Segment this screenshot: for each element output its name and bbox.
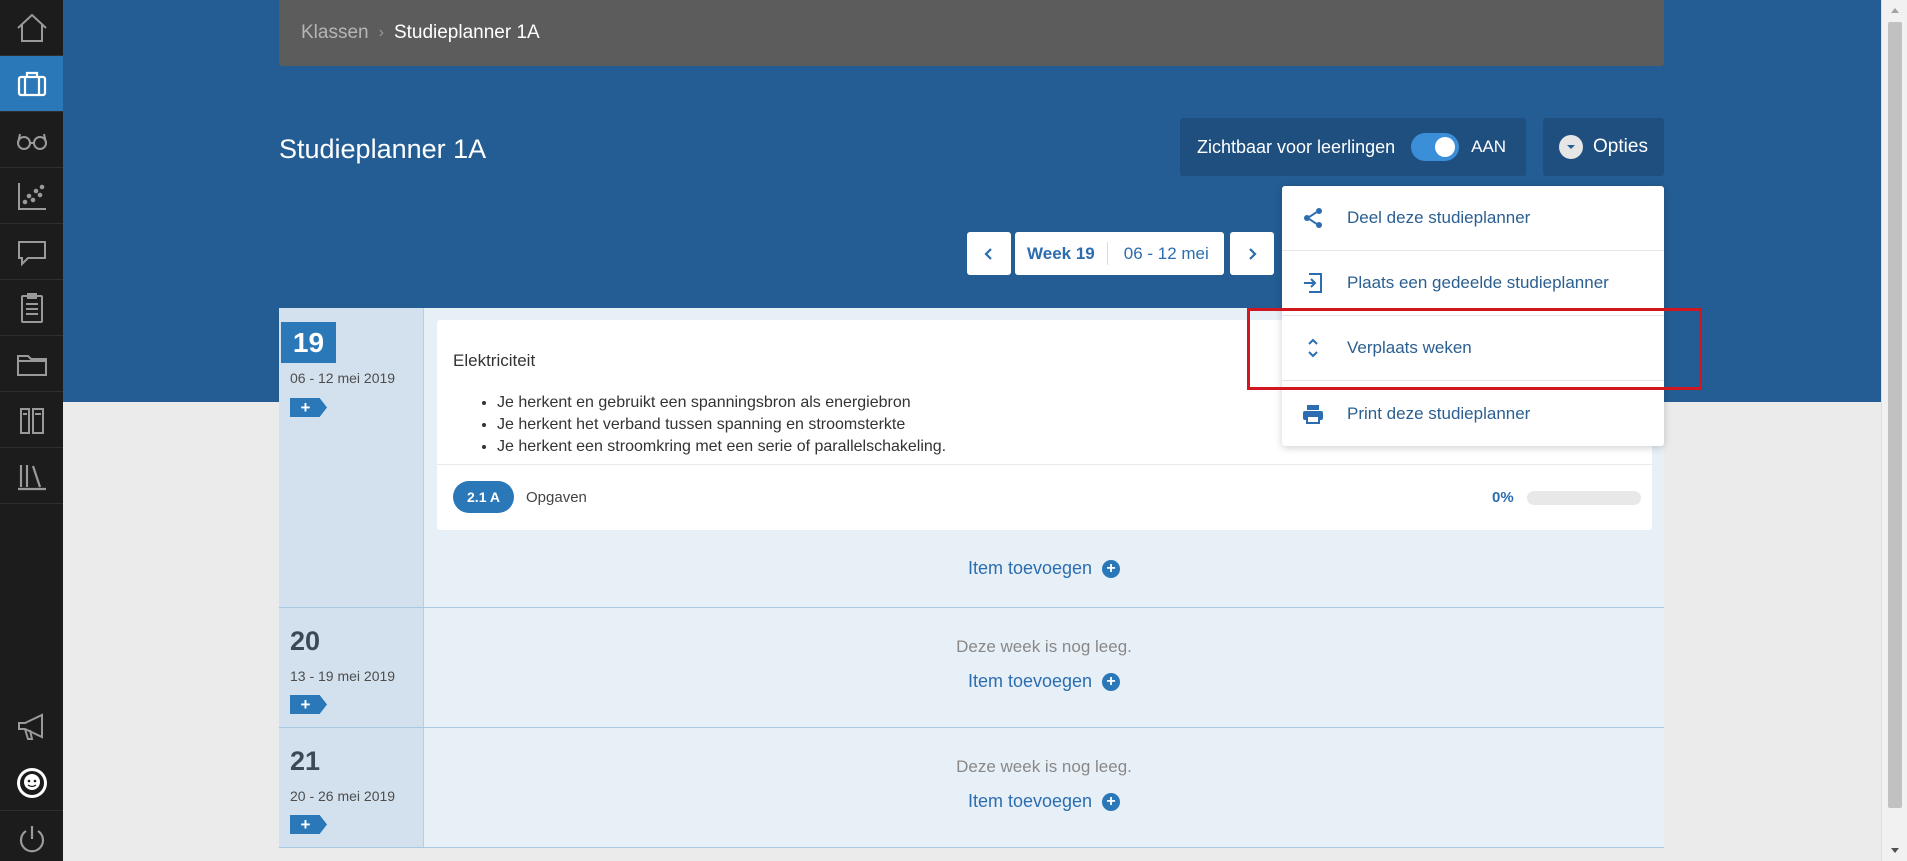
home-icon xyxy=(16,13,47,42)
add-item-label: Item toevoegen xyxy=(967,671,1093,691)
folder-icon xyxy=(16,354,47,376)
chevron-right-icon xyxy=(1249,247,1257,260)
week-add-button[interactable]: + xyxy=(290,695,327,714)
sidebar-item-logout[interactable] xyxy=(0,811,63,861)
clipboard-icon xyxy=(20,292,43,323)
avatar-icon xyxy=(16,767,47,798)
briefcase-icon xyxy=(17,71,46,96)
sidebar-item-classes[interactable] xyxy=(0,56,63,112)
previous-week-button[interactable] xyxy=(967,232,1011,275)
plus-circle-icon: + xyxy=(1102,792,1121,811)
menu-item-label: Plaats een gedeelde studieplanner xyxy=(1347,273,1609,292)
menu-item-import[interactable]: Plaats een gedeelde studieplanner xyxy=(1282,251,1664,316)
divider xyxy=(437,464,1652,465)
progress-bar xyxy=(1527,491,1641,505)
options-label: Opties xyxy=(1593,136,1648,157)
week-dates: 20 - 26 mei 2019 xyxy=(290,788,396,804)
empty-week-message: Deze week is nog leeg. xyxy=(956,637,1132,656)
scrollbar[interactable] xyxy=(1881,0,1907,861)
week-add-button[interactable]: + xyxy=(290,815,327,834)
plus-circle-icon: + xyxy=(1102,672,1121,691)
week-number: 21 xyxy=(290,746,321,776)
library-icon xyxy=(17,464,46,490)
assignment-label: Opgaven xyxy=(526,489,587,506)
week-row: 20 13 - 19 mei 2019 + Deze week is nog l… xyxy=(279,608,1664,728)
visibility-toggle[interactable] xyxy=(1411,133,1460,161)
plus-circle-icon: + xyxy=(1102,559,1121,578)
list-item: Je herkent een stroomkring met een serie… xyxy=(497,436,946,458)
item-goals: Je herkent en gebruikt een spanningsbron… xyxy=(497,392,946,458)
import-icon xyxy=(1299,269,1327,297)
sidebar-item-profile[interactable] xyxy=(0,755,63,811)
add-item-label: Item toevoegen xyxy=(967,791,1093,811)
scroll-up-icon[interactable] xyxy=(1882,0,1907,20)
add-item-label: Item toevoegen xyxy=(967,558,1093,578)
add-item-button[interactable]: Item toevoegen + xyxy=(424,558,1664,579)
week-range: 06 - 12 mei xyxy=(1123,243,1209,263)
next-week-button[interactable] xyxy=(1230,232,1274,275)
sidebar-item-announcements[interactable] xyxy=(0,699,63,755)
week-number: 20 xyxy=(290,626,321,656)
options-button[interactable]: Opties xyxy=(1543,118,1664,176)
week-content: Deze week is nog leeg. Item toevoegen + xyxy=(424,728,1664,847)
printer-icon xyxy=(1299,400,1327,428)
week-label: 19 06 - 12 mei 2019 + xyxy=(279,308,424,607)
sidebar xyxy=(0,0,63,861)
empty-week-message: Deze week is nog leeg. xyxy=(956,757,1132,776)
add-item-button[interactable]: Item toevoegen + xyxy=(424,791,1664,812)
list-item: Je herkent en gebruikt een spanningsbron… xyxy=(497,392,946,414)
megaphone-icon xyxy=(17,713,43,740)
sidebar-item-planner[interactable] xyxy=(0,280,63,336)
scrollbar-thumb[interactable] xyxy=(1888,22,1902,808)
glasses-icon xyxy=(16,133,47,150)
week-row: 21 20 - 26 mei 2019 + Deze week is nog l… xyxy=(279,728,1664,848)
breadcrumb-parent-link[interactable]: Klassen xyxy=(301,22,369,44)
visibility-state: AAN xyxy=(1471,137,1507,156)
menu-item-print[interactable]: Print deze studieplanner xyxy=(1282,381,1664,446)
item-title: Elektriciteit xyxy=(453,351,536,370)
sidebar-item-methods[interactable] xyxy=(0,392,63,448)
add-item-button[interactable]: Item toevoegen + xyxy=(424,671,1664,692)
week-label: 20 13 - 19 mei 2019 + xyxy=(279,608,424,727)
sidebar-item-messages[interactable] xyxy=(0,224,63,280)
week-number-badge: 19 xyxy=(281,322,336,363)
chevron-left-icon xyxy=(984,247,992,260)
chevron-down-icon xyxy=(1559,135,1584,159)
assignment-tag[interactable]: 2.1 A xyxy=(453,481,514,513)
visibility-label: Zichtbaar voor leerlingen xyxy=(1197,136,1396,157)
progress-percentage: 0% xyxy=(1492,489,1514,506)
visibility-control: Zichtbaar voor leerlingen AAN xyxy=(1180,118,1526,176)
page-title: Studieplanner 1A xyxy=(279,134,487,164)
sidebar-item-home[interactable] xyxy=(0,0,63,56)
week-content: Deze week is nog leeg. Item toevoegen + xyxy=(424,608,1664,727)
breadcrumb: Klassen › Studieplanner 1A xyxy=(279,0,1664,66)
week-label: 21 20 - 26 mei 2019 + xyxy=(279,728,424,847)
breadcrumb-current: Studieplanner 1A xyxy=(393,22,540,43)
week-selector[interactable]: Week 19 06 - 12 mei xyxy=(1015,232,1224,275)
menu-item-share[interactable]: Deel deze studieplanner xyxy=(1282,186,1664,251)
power-icon xyxy=(19,826,44,853)
sidebar-item-library[interactable] xyxy=(0,448,63,504)
highlight-box xyxy=(1247,308,1702,390)
sidebar-item-glasses[interactable] xyxy=(0,112,63,168)
week-dates: 13 - 19 mei 2019 xyxy=(290,668,396,684)
share-icon xyxy=(1299,204,1327,232)
sidebar-item-results[interactable] xyxy=(0,168,63,224)
week-dates: 06 - 12 mei 2019 xyxy=(290,370,396,386)
scroll-down-icon[interactable] xyxy=(1882,841,1907,861)
sidebar-item-files[interactable] xyxy=(0,336,63,392)
week-add-button[interactable]: + xyxy=(290,398,327,417)
week-number: Week 19 xyxy=(1015,242,1108,265)
toggle-knob xyxy=(1435,137,1456,157)
menu-item-label: Print deze studieplanner xyxy=(1347,403,1531,423)
breadcrumb-separator-icon: › xyxy=(378,24,384,41)
books-icon xyxy=(19,407,44,434)
chat-bubble-icon xyxy=(17,240,46,266)
menu-item-label: Deel deze studieplanner xyxy=(1347,208,1531,227)
list-item: Je herkent het verband tussen spanning e… xyxy=(497,414,946,436)
scatter-chart-icon xyxy=(17,182,46,210)
